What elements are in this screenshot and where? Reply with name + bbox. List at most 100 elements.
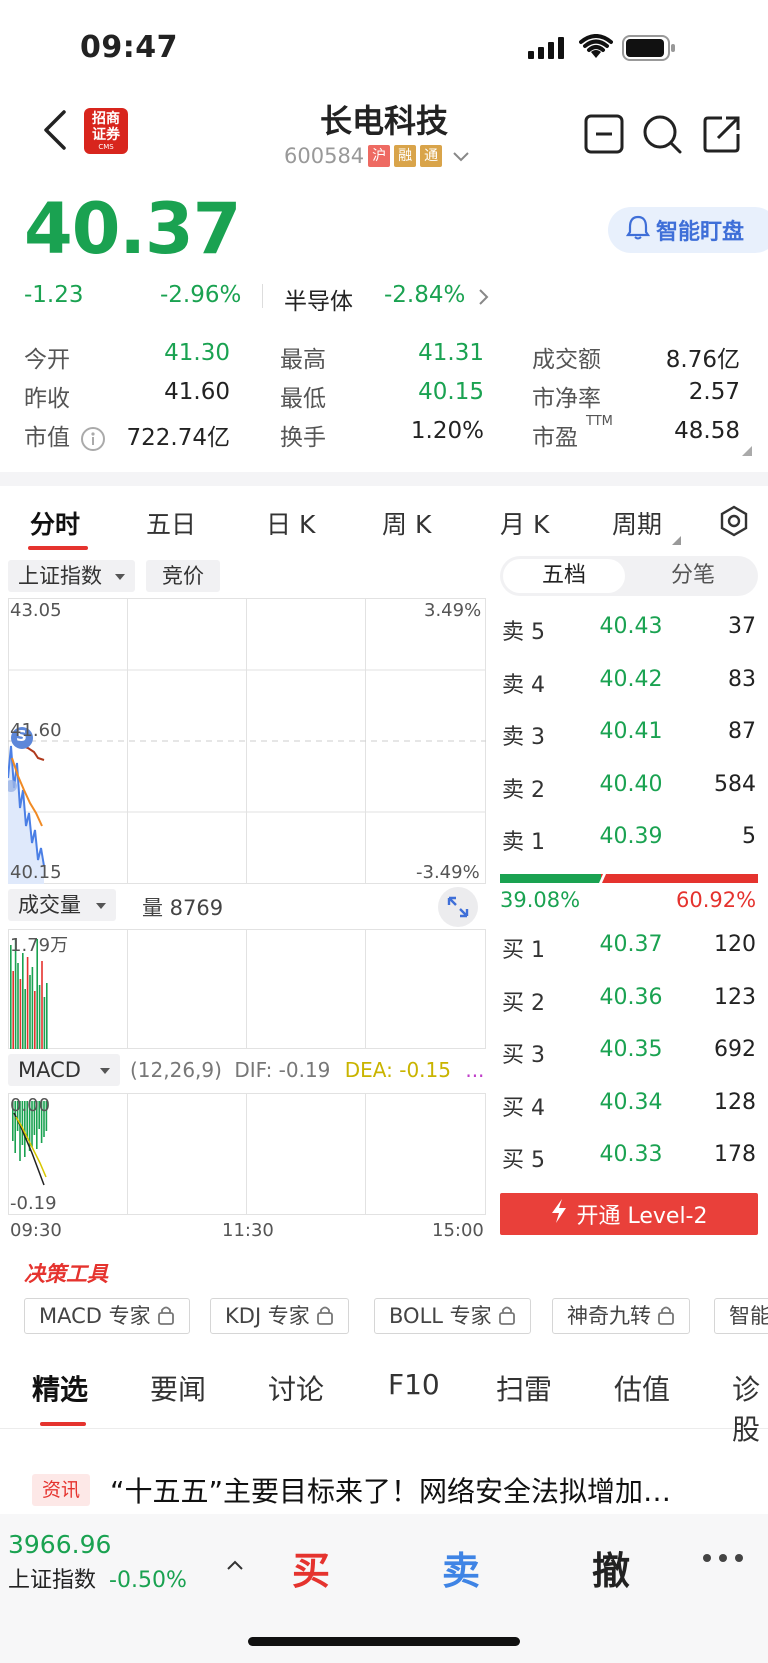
cancel-button[interactable]: 撤 (592, 1540, 630, 1595)
bid-row[interactable]: 买 4 40.34 128 (500, 1089, 758, 1121)
ask-row[interactable]: 卖 4 40.42 83 (500, 667, 758, 698)
info-icon[interactable] (80, 426, 106, 456)
tool-button[interactable]: KDJ 专家 (210, 1298, 349, 1334)
orderbook-vol: 692 (714, 1037, 756, 1062)
macd-max-label: 0.00 (10, 1095, 51, 1116)
lightning-icon (550, 1198, 568, 1230)
stat-label: 市净率 (532, 386, 601, 412)
level2-button[interactable]: 开通 Level-2 (500, 1193, 758, 1235)
orderbook-price: 40.34 (599, 1089, 663, 1115)
stat-sup: TTM (586, 414, 613, 429)
volume-bar (31, 967, 34, 1049)
tab-news-5[interactable]: 估值 (614, 1368, 670, 1408)
section-divider (0, 472, 768, 486)
expand-icon[interactable] (438, 887, 478, 927)
tab-chart-4[interactable]: 月 K (500, 505, 549, 541)
chevron-right-icon[interactable] (478, 288, 490, 310)
macd-chart[interactable] (8, 1093, 486, 1215)
more-icon[interactable] (702, 1548, 744, 1567)
share-icon[interactable] (702, 114, 742, 154)
macd-select[interactable]: MACD (8, 1054, 120, 1086)
buy-ratio: 39.08% (500, 888, 581, 912)
tab-news-4[interactable]: 扫雷 (496, 1368, 552, 1408)
bid-row[interactable]: 买 3 40.35 692 (500, 1037, 758, 1068)
buy-button[interactable]: 买 (292, 1540, 330, 1595)
news-headline[interactable]: “十五五”主要目标来了！网络安全法拟增加… (110, 1470, 750, 1510)
stat-value: 40.15 (418, 379, 484, 405)
corner-triangle-icon (742, 446, 752, 456)
stat-value: 41.31 (418, 340, 484, 366)
orderbook-vol: 37 (728, 614, 756, 639)
ask-row[interactable]: 卖 5 40.43 37 (500, 614, 758, 645)
news-tab-underline (40, 1422, 86, 1426)
index-value[interactable]: 3966.96 (8, 1530, 111, 1559)
volume-bar (46, 983, 48, 1049)
orderbook-label: 卖 3 (502, 725, 545, 750)
pct-min-label: -3.49% (416, 862, 480, 883)
tool-button[interactable]: 神奇九转 (552, 1298, 690, 1334)
macd-min-label: -0.19 (10, 1193, 57, 1214)
tab-chart-1[interactable]: 五日 (146, 505, 196, 541)
ask-row[interactable]: 卖 2 40.40 584 (500, 772, 758, 803)
volume-bar (43, 997, 46, 1049)
tab-chart-5[interactable]: 周期 (612, 505, 662, 541)
vol-max-label: 1.79万 (10, 935, 69, 956)
settings-icon[interactable] (718, 505, 750, 541)
tab-chart-0[interactable]: 分时 (30, 505, 80, 541)
tab-news-6[interactable]: 诊股 (732, 1368, 768, 1448)
chevron-up-icon[interactable] (226, 1556, 244, 1575)
chevron-down-icon[interactable] (452, 144, 470, 168)
index-select[interactable]: 上证指数 (8, 560, 135, 592)
volume-bar (19, 979, 22, 1049)
sector-name[interactable]: 半导体 (284, 282, 353, 316)
stat-label: 最低 (280, 386, 326, 412)
stat-value: 2.57 (688, 379, 740, 405)
tab-news-0[interactable]: 精选 (32, 1368, 88, 1408)
tab-news-3[interactable]: F10 (388, 1368, 440, 1401)
prev-close-label: 41.60 (10, 720, 62, 741)
dropdown-triangle-icon (95, 903, 106, 909)
time-end-label: 15:00 (432, 1220, 484, 1241)
wifi-icon (579, 34, 613, 64)
signal-icon (528, 36, 568, 64)
tab-news-1[interactable]: 要闻 (150, 1368, 206, 1408)
orderbook-label: 买 3 (502, 1043, 545, 1068)
status-time: 09:47 (80, 30, 178, 65)
orderbook-price: 40.43 (599, 614, 663, 639)
index-name-row[interactable]: 上证指数 -0.50% (8, 1562, 187, 1594)
intraday-chart[interactable] (8, 598, 486, 884)
bid-row[interactable]: 买 1 40.37 120 (500, 932, 758, 963)
orderbook-price: 40.41 (599, 719, 663, 744)
stock-code-row[interactable]: 600584 沪 融 通 (284, 142, 470, 170)
volume-bar (17, 963, 19, 1049)
ask-row[interactable]: 卖 1 40.39 5 (500, 824, 758, 855)
tab-five-levels[interactable]: 五档 (503, 559, 625, 593)
tool-button[interactable]: BOLL 专家 (374, 1298, 531, 1334)
search-icon[interactable] (642, 114, 682, 154)
volume-chart[interactable] (8, 929, 486, 1049)
dropdown-triangle-icon (114, 574, 125, 580)
tool-button[interactable]: MACD 专家 (24, 1298, 190, 1334)
sell-button[interactable]: 卖 (442, 1540, 480, 1595)
sector-pct[interactable]: -2.84% (384, 282, 465, 308)
tab-news-2[interactable]: 讨论 (268, 1368, 324, 1408)
tab-tick-by-tick[interactable]: 分笔 (632, 559, 754, 593)
volume-bar (24, 989, 26, 1049)
price-change: -1.23 (24, 282, 84, 308)
tool-button[interactable]: 智能 (714, 1298, 768, 1334)
tab-chart-2[interactable]: 日 K (266, 505, 315, 541)
last-price: 40.37 (24, 188, 241, 270)
bid-row[interactable]: 买 5 40.33 178 (500, 1142, 758, 1173)
orderbook-label: 买 2 (502, 990, 545, 1016)
tab-chart-3[interactable]: 周 K (382, 505, 431, 541)
bid-row[interactable]: 买 2 40.36 123 (500, 984, 758, 1016)
minimize-icon[interactable] (584, 114, 624, 154)
auction-button[interactable]: 竞价 (146, 560, 220, 592)
orderbook-price: 40.36 (599, 984, 663, 1010)
volume-select[interactable]: 成交量 (8, 889, 116, 921)
ask-row[interactable]: 卖 3 40.41 87 (500, 719, 758, 750)
smart-watch-button[interactable]: 智能盯盘 (608, 207, 768, 253)
volume-bar (34, 991, 36, 1049)
orderbook-toggle[interactable]: 五档 分笔 (500, 556, 758, 596)
tag-hu: 沪 (368, 145, 391, 167)
